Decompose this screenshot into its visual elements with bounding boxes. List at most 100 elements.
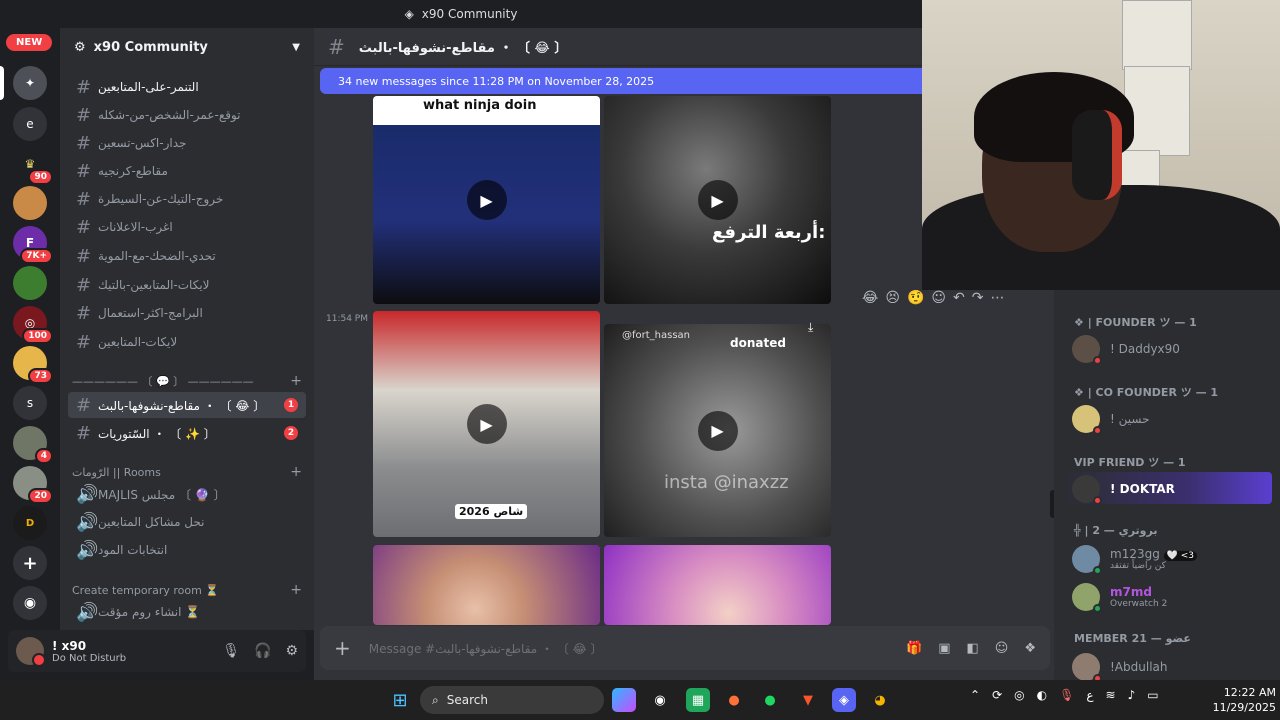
add-channel-icon[interactable]: + (290, 464, 302, 480)
member-item[interactable]: ! حسين (1072, 402, 1272, 436)
server-icon-s[interactable]: s (13, 386, 47, 420)
video-attachment[interactable] (373, 545, 600, 625)
server-icon-8[interactable]: 73 (13, 346, 53, 384)
battery-icon[interactable]: ▭ (1147, 688, 1158, 702)
video-attachment[interactable]: أربعة الترفع: ▶ (604, 96, 831, 304)
server-icon-11[interactable]: 20 (13, 466, 53, 504)
reply-icon[interactable]: ↶ (953, 290, 965, 306)
reaction-joy[interactable]: 😂 (862, 290, 878, 306)
message-input[interactable]: Message #مقاطع-نشوفها-بالبث ・ 〔 😂 〕 (369, 640, 603, 657)
discover-icon[interactable]: ◉ (13, 586, 47, 620)
server-icon-6[interactable] (13, 266, 47, 300)
add-channel-icon[interactable]: + (290, 582, 302, 598)
video-attachment[interactable]: 2026 شاص ▶ (373, 311, 600, 537)
rooms-category[interactable]: الرّومات || Rooms + (72, 464, 302, 480)
forward-icon[interactable]: ↷ (972, 290, 984, 306)
more-icon[interactable]: ⋯ (990, 290, 1004, 306)
divider-category[interactable]: —————— 〔 💬 〕 —————— + (72, 373, 302, 389)
apps-icon[interactable]: ❖ (1024, 641, 1036, 656)
video-attachment[interactable]: @fort_hassan donated insta @inaxzz ▶ (604, 324, 831, 537)
headphones-icon[interactable]: 🎧 (254, 643, 271, 659)
channel-item[interactable]: # التنمر-على-المتابعين (68, 74, 306, 100)
server-icon-5[interactable]: F 7K+ (13, 226, 53, 264)
member-item[interactable]: m123gg 🤍 <3 كن راضياً تفتقد (1072, 542, 1272, 576)
server-icon-3[interactable]: ♛ 90 (13, 147, 53, 185)
channel-item[interactable]: # لايكات-المتابعين-بالتيك (68, 272, 306, 298)
server-icon-7[interactable]: ◎ 100 (13, 306, 53, 344)
member-item[interactable]: ! Daddyx90 (1072, 332, 1272, 366)
server-icon-10[interactable]: 4 (13, 426, 53, 464)
video-attachment[interactable] (604, 545, 831, 625)
spotify-icon[interactable]: ● (758, 688, 782, 712)
channel-item[interactable]: # مقاطع-كرنجيه (68, 158, 306, 184)
voice-channel[interactable]: 🔊 انتخابات المود (68, 537, 306, 563)
firefox-icon[interactable]: ● (722, 688, 746, 712)
gear-icon[interactable]: ⚙ (285, 643, 298, 659)
server-icon-e[interactable]: e (13, 107, 47, 141)
copilot-icon[interactable] (612, 688, 636, 712)
chevron-down-icon[interactable]: ▼ (292, 42, 300, 53)
message-composer[interactable]: + Message #مقاطع-نشوفها-بالبث ・ 〔 😂 〕 🎁 … (320, 626, 1050, 670)
add-attachment-icon[interactable]: + (334, 636, 351, 660)
play-icon[interactable]: ▶ (466, 404, 507, 444)
user-info[interactable]: ! x90 Do Not Disturb (52, 639, 126, 664)
add-channel-icon[interactable]: + (290, 373, 302, 389)
temp-room-category[interactable]: Create temporary room ⏳ + (72, 582, 302, 598)
voice-channel[interactable]: 🔊 نحل مشاكل المتابعين (68, 509, 306, 535)
channel-item[interactable]: # توقع-عمر-الشخص-من-شكله (68, 102, 306, 128)
play-icon[interactable]: ▶ (697, 410, 738, 451)
obs-icon[interactable]: ◉ (648, 688, 672, 712)
brave-icon[interactable]: ▼ (796, 688, 820, 712)
channel-item[interactable]: # خروج-التيك-عن-السيطرة (68, 186, 306, 212)
chrome-icon[interactable]: ◕ (868, 688, 892, 712)
server-letter: e (26, 117, 34, 131)
sticker-icon[interactable]: ◧ (966, 641, 978, 656)
member-item[interactable]: !Abdullah (1072, 650, 1272, 684)
taskbar-clock[interactable]: 12:22 AM 11/29/2025 (1206, 685, 1276, 715)
video-attachment[interactable]: what ninja doin ▶ (373, 96, 600, 304)
download-icon[interactable]: ⤓ (808, 320, 813, 335)
play-icon[interactable]: ▶ (697, 180, 738, 220)
new-messages-banner[interactable]: 34 new messages since 11:28 PM on Novemb… (320, 68, 922, 94)
sync-icon[interactable]: ⟳ (992, 688, 1002, 702)
add-reaction-icon[interactable]: ☺ (931, 290, 946, 306)
channel-item[interactable]: # البرامج-اكثر-استعمال (68, 300, 306, 326)
channel-item-active[interactable]: # مقاطع-نشوفها-بالبث ・ 〔 😂 〕 1 (68, 392, 306, 418)
voice-channel[interactable]: 🔊 انشاء روم مؤقت ⏳ (68, 599, 306, 625)
server-header[interactable]: ⚙ x90 Community ▼ (60, 28, 314, 66)
channel-item[interactable]: # تحدي-الضحك-مع-الموية (68, 243, 306, 269)
wifi-icon[interactable]: ≋ (1106, 688, 1116, 702)
taskbar-search[interactable]: ⌕ Search (420, 686, 604, 714)
member-item[interactable]: ! DOKTAR (1072, 472, 1272, 506)
channel-item[interactable]: # السّتوريات ・ 〔 ✨ 〕 2 (68, 420, 306, 446)
input-language[interactable]: ع (1086, 688, 1093, 702)
member-item[interactable]: m7md Overwatch 2 (1072, 580, 1272, 614)
server-icon-4[interactable] (13, 186, 47, 220)
app-icon[interactable]: ▦ (686, 688, 710, 712)
gif-icon[interactable]: ▣ (938, 641, 950, 656)
avatar[interactable] (16, 637, 46, 667)
play-icon[interactable]: ▶ (466, 180, 507, 220)
speaker-icon: 🔊 (76, 601, 99, 623)
volume-icon[interactable]: ♪ (1128, 688, 1136, 702)
windows-start-icon[interactable]: ⊞ (388, 688, 412, 712)
channel-item[interactable]: # لايكات-المتابعين (68, 329, 306, 355)
channel-item[interactable]: # اغرب-الاعلانات (68, 214, 306, 240)
obs-tray-icon[interactable]: ◎ (1014, 688, 1024, 702)
discord-home-icon[interactable]: ✦ (13, 66, 47, 100)
member-group-title: MEMBER 21 — عضو (1074, 632, 1191, 645)
server-icon-diggers[interactable]: D (13, 506, 47, 540)
microphone-icon[interactable]: 🎙 (1059, 688, 1074, 702)
microphone-icon[interactable]: 🎙 (222, 643, 240, 659)
chevron-up-icon[interactable]: ⌃ (970, 688, 980, 702)
channel-item[interactable]: # جدار-اكس-تسعين (68, 130, 306, 156)
gift-icon[interactable]: 🎁 (906, 641, 922, 656)
voice-channel[interactable]: 🔊 MAJLIS مجلس 〔 🔮 〕 (68, 481, 306, 507)
steam-icon[interactable]: ◐ (1037, 688, 1047, 702)
new-badge[interactable]: NEW (6, 34, 53, 51)
add-server-icon[interactable]: + (13, 546, 47, 580)
reaction-raised-eyebrow[interactable]: 🤨 (907, 290, 924, 306)
reaction-persevere[interactable]: 😣 (885, 290, 900, 306)
discord-taskbar-icon[interactable]: ◈ (832, 688, 856, 712)
emoji-icon[interactable]: ☺ (995, 641, 1009, 656)
